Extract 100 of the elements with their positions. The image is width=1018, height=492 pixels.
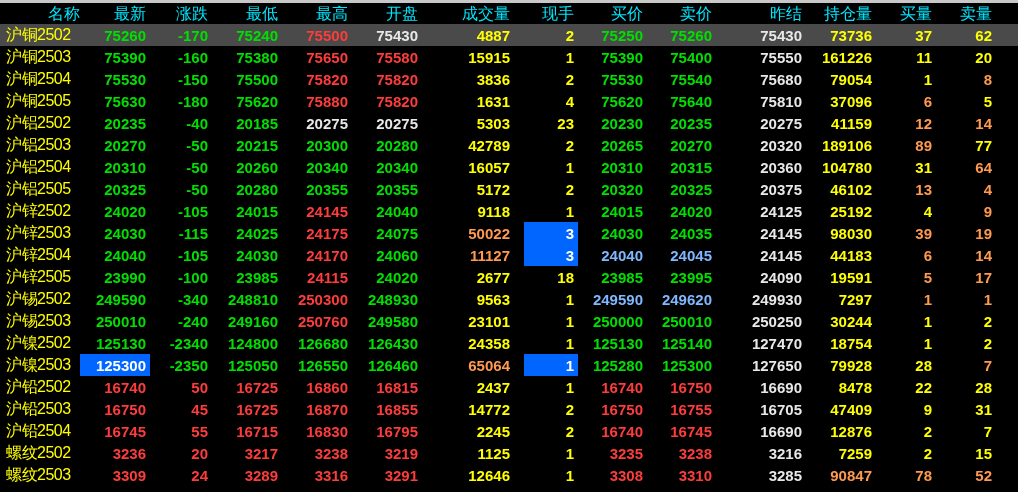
quote-value: 75650: [306, 49, 348, 66]
quote-value: 16750: [104, 401, 146, 418]
quote-value: 52: [975, 467, 992, 484]
quote-value: 18754: [830, 335, 872, 352]
instrument-name: 沪铜2504: [5, 69, 72, 89]
quote-value: 24020: [104, 203, 146, 220]
quote-value: 75880: [306, 93, 348, 110]
quote-value: 20270: [104, 137, 146, 154]
quote-value: 20315: [670, 159, 712, 176]
quote-value: 250000: [592, 313, 643, 330]
quote-value: -180: [177, 93, 208, 110]
column-header[interactable]: 持仓量: [806, 3, 876, 24]
quote-value: 47409: [830, 401, 872, 418]
quote-value: 20310: [601, 159, 643, 176]
quote-value: 16740: [601, 379, 643, 396]
quote-row[interactable]: 沪铜2502 75260 -170 75240 75500 75430 4887 2 75250 75260 75430 73736 37 62: [0, 24, 1018, 46]
quote-value: 16870: [306, 401, 348, 418]
quote-value: 75500: [236, 71, 278, 88]
quote-value: 189106: [821, 137, 872, 154]
quote-value: 249620: [661, 291, 712, 308]
column-header[interactable]: 现手: [524, 3, 578, 24]
quote-value: 20340: [376, 159, 418, 176]
quote-value: 16690: [760, 423, 802, 440]
quote-value: 3316: [314, 467, 348, 484]
quote-value: 64: [975, 159, 992, 176]
quote-value: 5: [923, 269, 932, 286]
column-header[interactable]: 成交量: [422, 3, 524, 24]
quote-value: 42789: [468, 137, 510, 154]
column-header[interactable]: 开盘: [352, 3, 422, 24]
quote-value: 23995: [670, 269, 712, 286]
column-header[interactable]: 最高: [282, 3, 352, 24]
quote-value: 75530: [104, 71, 146, 88]
quote-value: 24358: [468, 335, 510, 352]
quote-value: 16715: [236, 423, 278, 440]
quote-value: -40: [186, 115, 208, 132]
quote-value: 1: [565, 49, 574, 66]
quote-value: 248810: [227, 291, 278, 308]
quote-value: 75630: [104, 93, 146, 110]
quote-value: 18: [557, 269, 574, 286]
quote-value: 248930: [367, 291, 418, 308]
instrument-name: 沪铅2504: [5, 421, 72, 441]
quote-value: 2: [565, 181, 574, 198]
quote-value: 16815: [376, 379, 418, 396]
column-header[interactable]: 买量: [876, 3, 936, 24]
quote-value: 23985: [236, 269, 278, 286]
quote-value: 249590: [592, 291, 643, 308]
instrument-name: 沪铝2503: [5, 135, 72, 155]
quote-value: 20320: [601, 181, 643, 198]
quote-value: 24145: [306, 203, 348, 220]
quote-value: 20260: [236, 159, 278, 176]
quote-value: 125130: [95, 335, 146, 352]
column-header[interactable]: 涨跌: [150, 3, 212, 24]
quote-value: 16860: [306, 379, 348, 396]
column-header[interactable]: 卖价: [647, 3, 716, 24]
quote-value: 19: [975, 225, 992, 242]
quote-value: -240: [177, 313, 208, 330]
quote-value: 24015: [236, 203, 278, 220]
column-header[interactable]: 买价: [578, 3, 647, 24]
quote-value: 7: [983, 357, 992, 374]
column-header[interactable]: 最低: [212, 3, 282, 24]
quote-value: 75500: [306, 27, 348, 44]
quote-value: 62: [975, 27, 992, 44]
quote-value: 25192: [830, 203, 872, 220]
quote-value: 24040: [376, 203, 418, 220]
quote-value: 1: [923, 71, 932, 88]
quote-value: 3310: [678, 467, 712, 484]
quote-value: 3308: [609, 467, 643, 484]
quote-value: 75820: [306, 71, 348, 88]
instrument-name: 沪铝2505: [5, 179, 72, 199]
column-header[interactable]: 卖量: [936, 3, 996, 24]
quote-value: 19591: [830, 269, 872, 286]
quote-value: 20320: [760, 137, 802, 154]
quote-value: 20280: [376, 137, 418, 154]
quote-value: 6: [923, 247, 932, 264]
quote-value: 75240: [236, 27, 278, 44]
quote-value: 75680: [760, 71, 802, 88]
quote-value: 24030: [601, 225, 643, 242]
quote-value: 22: [915, 379, 932, 396]
quote-value: 9: [923, 401, 932, 418]
column-header[interactable]: 最新: [80, 3, 150, 24]
quote-value: 126430: [367, 335, 418, 352]
quote-value: 126550: [297, 357, 348, 374]
quote-value: 2245: [476, 423, 510, 440]
quote-value: 89: [915, 137, 932, 154]
quote-value: 127470: [751, 335, 802, 352]
quote-value: 16740: [601, 423, 643, 440]
quote-value: -105: [177, 247, 208, 264]
column-header[interactable]: 昨结: [716, 3, 806, 24]
quote-value: 124800: [227, 335, 278, 352]
quote-value: 249160: [227, 313, 278, 330]
quote-value: 4887: [476, 27, 510, 44]
quote-value: 24020: [670, 203, 712, 220]
quote-value: 37: [915, 27, 932, 44]
column-header[interactable]: 名称: [0, 3, 80, 24]
quote-value: 2: [565, 27, 574, 44]
quote-value: 249580: [367, 313, 418, 330]
quote-value: 20360: [760, 159, 802, 176]
quote-value: 1: [923, 291, 932, 308]
quote-value: 24090: [760, 269, 802, 286]
quote-value: 125140: [661, 335, 712, 352]
